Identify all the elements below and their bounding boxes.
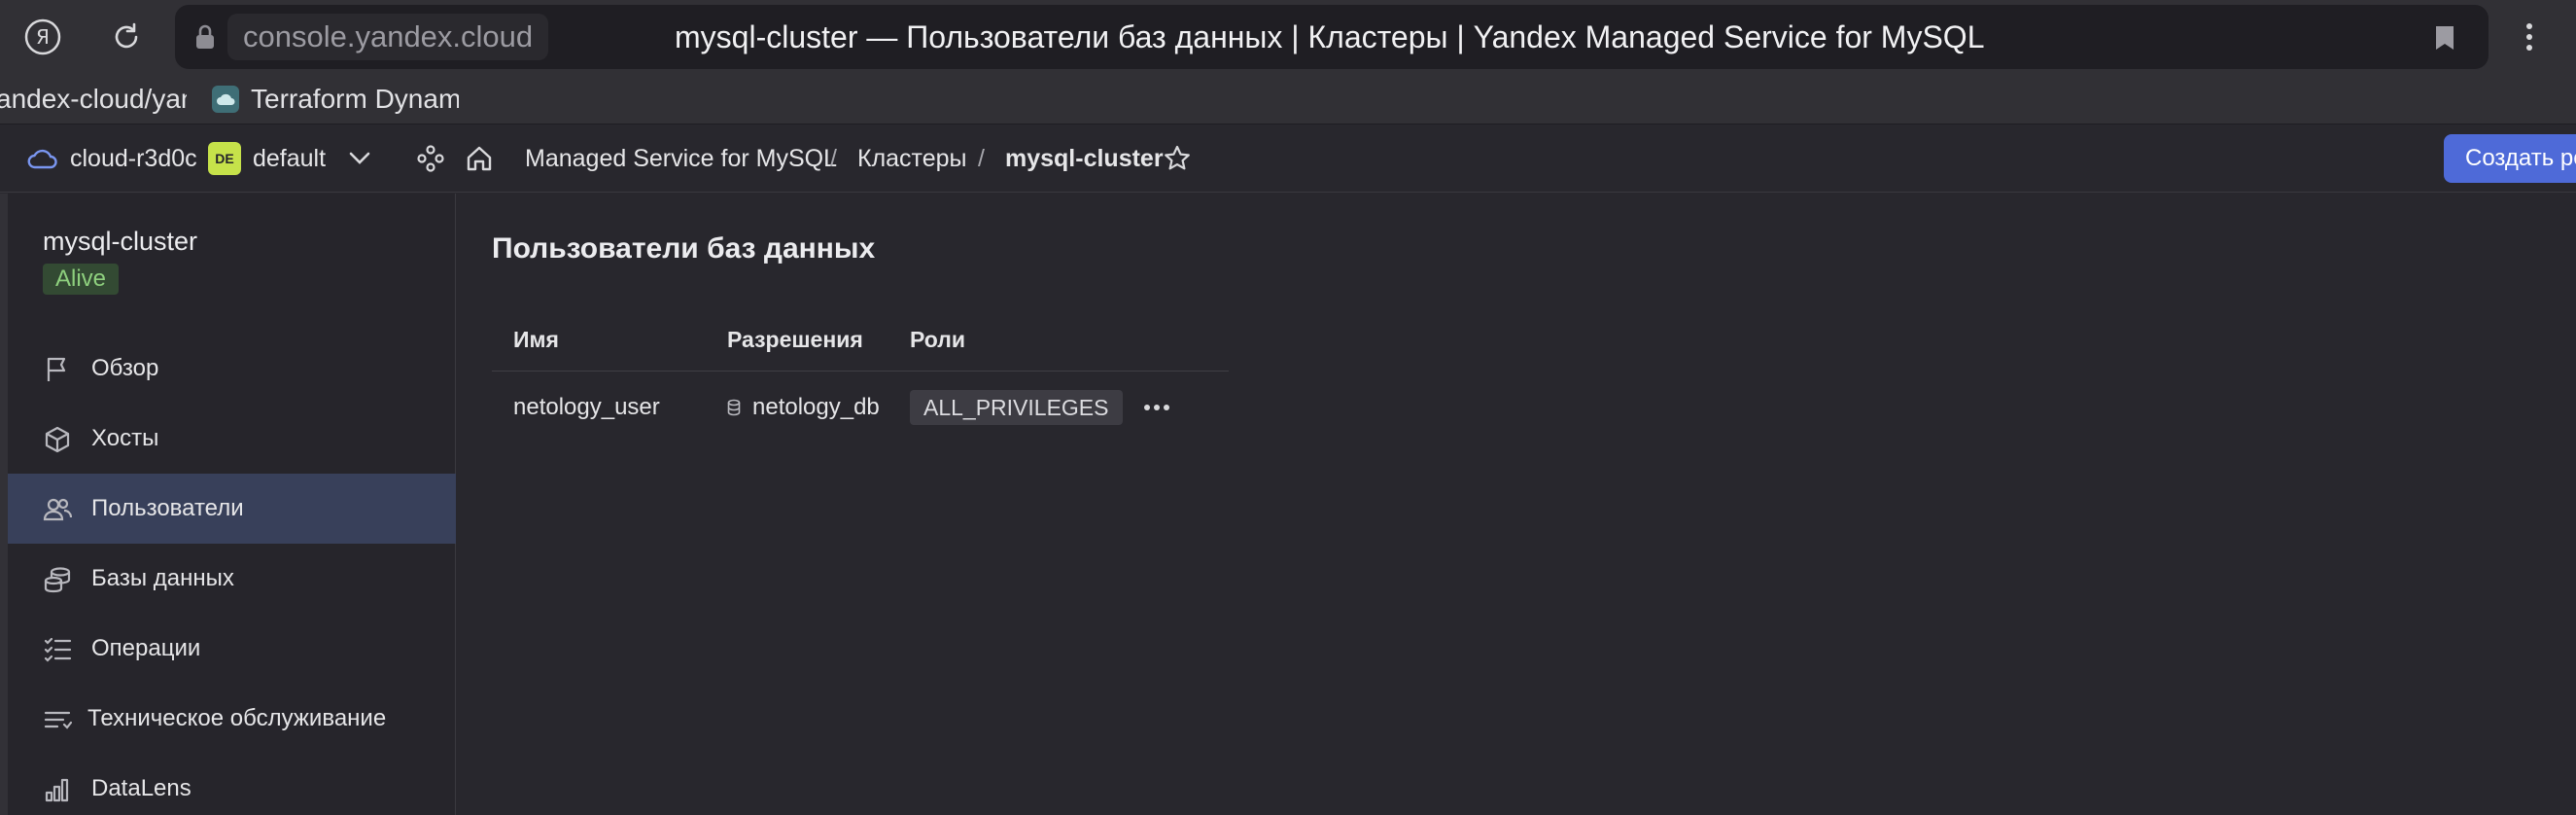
cluster-name: mysql-cluster xyxy=(43,227,198,256)
bookmark-terraform[interactable]: Terraform Dynamic xyxy=(251,74,459,124)
sidebar-item-overview[interactable]: Обзор xyxy=(8,334,456,404)
bookmark-icon[interactable] xyxy=(2434,24,2455,56)
cloud-icon[interactable] xyxy=(27,124,58,193)
section-title: Пользователи баз данных xyxy=(492,232,876,265)
status-badge: Alive xyxy=(43,264,120,295)
folder-badge: DE xyxy=(208,142,241,175)
star-icon[interactable] xyxy=(1163,124,1192,193)
sidebar-item-datalens[interactable]: DataLens xyxy=(8,754,456,815)
databases-icon xyxy=(43,565,72,594)
user-name-cell[interactable]: netology_user xyxy=(513,372,660,443)
console-header: cloud-r3d0c DE default Managed Service f… xyxy=(0,124,2576,193)
sidebar-item-label: Техническое обслуживание xyxy=(87,705,387,731)
sidebar-item-operations[interactable]: Операции xyxy=(8,614,456,684)
breadcrumb-service[interactable]: Managed Service for MySQL xyxy=(525,124,837,193)
bookmarks-bar: andex-cloud/yandex Terraform Dynamic xyxy=(0,74,2576,124)
roles-cell: ALL_PRIVILEGES xyxy=(910,372,1123,443)
services-icon[interactable] xyxy=(416,124,445,193)
breadcrumb-current: mysql-cluster xyxy=(1005,144,1164,172)
address-bar[interactable]: console.yandex.cloud mysql-cluster — Пол… xyxy=(175,5,2489,69)
sidebar-item-label: Операции xyxy=(91,635,201,661)
bookmark-yandex-cloud[interactable]: andex-cloud/yandex xyxy=(0,74,187,124)
sidebar-item-label: DataLens xyxy=(91,775,191,801)
sidebar: mysql-cluster Alive Обзор Хосты Пользова… xyxy=(8,194,456,815)
create-resource-button[interactable]: Создать ресурс xyxy=(2444,134,2576,183)
folder-selector[interactable]: DE xyxy=(208,124,241,193)
svg-text:Я: Я xyxy=(36,25,50,49)
home-icon[interactable] xyxy=(465,124,494,193)
sidebar-item-maintenance[interactable]: Техническое обслуживание xyxy=(8,684,456,754)
breadcrumb-separator: / xyxy=(978,144,985,172)
bar-chart-icon xyxy=(43,775,72,804)
users-icon xyxy=(43,495,73,524)
breadcrumb-clusters[interactable]: Кластеры xyxy=(857,124,967,193)
page-title: mysql-cluster — Пользователи баз данных … xyxy=(675,19,1985,54)
breadcrumb-separator: / xyxy=(830,144,837,172)
sidebar-item-databases[interactable]: Базы данных xyxy=(8,544,456,614)
sidebar-edge xyxy=(0,194,8,815)
table-divider xyxy=(492,371,1229,372)
column-header-roles[interactable]: Роли xyxy=(910,308,965,371)
sidebar-item-label: Базы данных xyxy=(91,565,234,591)
cube-icon xyxy=(43,425,72,454)
flag-icon xyxy=(43,355,72,384)
sidebar-item-label: Хосты xyxy=(91,425,159,451)
permissions-cell: netology_db xyxy=(727,372,880,443)
lock-icon xyxy=(194,24,216,54)
url-text[interactable]: console.yandex.cloud xyxy=(227,14,549,60)
database-name: netology_db xyxy=(752,394,880,420)
yandex-browser-icon[interactable]: Я xyxy=(19,14,66,60)
folder-name[interactable]: default xyxy=(253,124,326,193)
role-chip: ALL_PRIVILEGES xyxy=(910,390,1123,425)
sidebar-item-users[interactable]: Пользователи xyxy=(8,474,456,544)
maintenance-icon xyxy=(43,705,73,734)
sidebar-item-hosts[interactable]: Хосты xyxy=(8,404,456,474)
database-icon xyxy=(727,399,741,416)
cloud-name[interactable]: cloud-r3d0c xyxy=(70,124,197,193)
chevron-down-icon[interactable] xyxy=(348,124,371,193)
browser-menu-icon[interactable] xyxy=(2506,14,2553,60)
list-check-icon xyxy=(43,635,72,664)
sidebar-item-label: Пользователи xyxy=(91,495,244,521)
column-header-name[interactable]: Имя xyxy=(513,308,559,371)
terraform-favicon-icon xyxy=(212,86,239,113)
reload-icon[interactable] xyxy=(103,14,150,60)
browser-toolbar: Я console.yandex.cloud mysql-cluster — П… xyxy=(0,0,2576,74)
sidebar-item-label: Обзор xyxy=(91,355,159,381)
column-header-permissions[interactable]: Разрешения xyxy=(727,308,863,371)
more-actions-icon[interactable] xyxy=(1135,372,1178,443)
main-content: Пользователи баз данных Имя Разрешения Р… xyxy=(457,194,2576,815)
